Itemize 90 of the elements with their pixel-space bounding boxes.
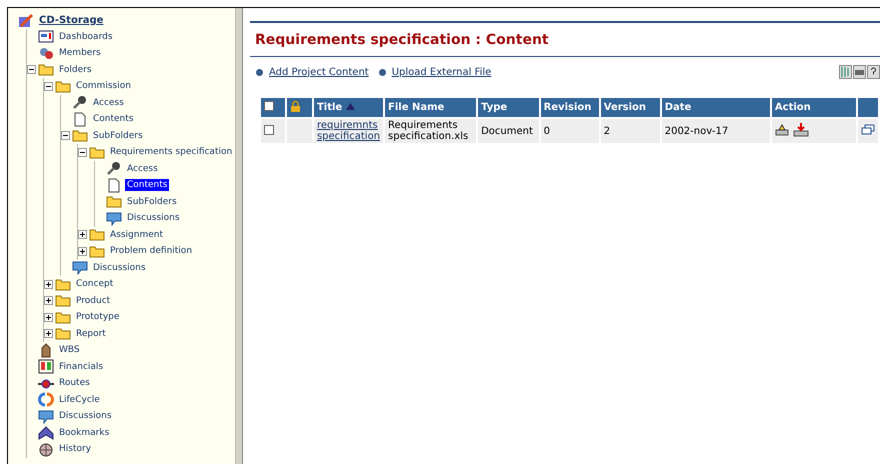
tree-item[interactable]: Product bbox=[74, 294, 112, 307]
tree-item[interactable]: Discussions bbox=[57, 410, 114, 422]
column-header[interactable]: Title bbox=[314, 98, 384, 117]
tree-item[interactable]: Contents bbox=[125, 179, 170, 192]
page-title: Requirements specification : Content bbox=[250, 21, 880, 57]
folder-icon bbox=[55, 293, 71, 308]
tree-item[interactable]: SubFolders bbox=[91, 130, 145, 142]
sort-arrow-icon bbox=[346, 103, 356, 110]
collapse-toggle[interactable] bbox=[44, 82, 53, 91]
checkout-icon[interactable] bbox=[774, 123, 789, 136]
column-header[interactable]: Date bbox=[662, 98, 770, 117]
tree-item[interactable]: Report bbox=[74, 328, 108, 340]
tree-item[interactable]: Bookmarks bbox=[57, 426, 112, 439]
print-button[interactable] bbox=[853, 65, 866, 79]
dashboard-icon bbox=[38, 29, 54, 44]
tree-item[interactable]: Discussions bbox=[125, 212, 182, 224]
folder-icon bbox=[89, 244, 105, 259]
bullet-icon bbox=[256, 68, 263, 76]
expand-toggle[interactable] bbox=[78, 230, 87, 240]
pencil-ruler-icon bbox=[18, 12, 34, 28]
table-cell: 2 bbox=[600, 119, 660, 143]
folder-icon bbox=[89, 144, 105, 160]
tree-item[interactable]: Access bbox=[125, 162, 160, 175]
column-header[interactable]: Revision bbox=[540, 98, 599, 117]
tree-item[interactable]: Commission bbox=[74, 80, 133, 92]
tree-item[interactable]: Concept bbox=[74, 278, 116, 290]
table-cell: 0 bbox=[540, 119, 599, 143]
windows-icon[interactable] bbox=[860, 124, 875, 135]
column-header[interactable]: Type bbox=[478, 98, 539, 117]
folder-icon bbox=[89, 227, 105, 242]
folder-icon bbox=[55, 326, 71, 342]
tree-item[interactable]: Folders bbox=[57, 64, 94, 76]
people-icon bbox=[38, 46, 54, 61]
action-link[interactable]: Add Project Content bbox=[269, 66, 369, 78]
tree-item[interactable]: Requirements specification bbox=[108, 146, 234, 158]
tree-item[interactable]: SubFolders bbox=[125, 196, 179, 208]
download-icon[interactable] bbox=[792, 123, 809, 137]
key-icon bbox=[106, 161, 122, 176]
folder-icon bbox=[55, 276, 71, 292]
folder-icon bbox=[55, 78, 71, 94]
folder-icon bbox=[72, 128, 88, 144]
collapse-toggle[interactable] bbox=[27, 65, 36, 74]
tree-item[interactable]: WBS bbox=[57, 344, 82, 356]
document-icon bbox=[106, 178, 122, 193]
padlock-icon bbox=[290, 100, 302, 112]
tree-item[interactable]: Contents bbox=[91, 113, 136, 126]
tree-item[interactable]: Problem definition bbox=[108, 245, 194, 258]
column-header[interactable]: Action bbox=[772, 98, 856, 117]
tree-item[interactable]: Routes bbox=[57, 377, 92, 390]
tree-item[interactable]: Access bbox=[91, 96, 126, 109]
tree-item[interactable]: Members bbox=[57, 47, 103, 60]
ledger-icon bbox=[38, 359, 54, 374]
key-icon bbox=[72, 95, 88, 110]
help-button[interactable] bbox=[867, 65, 880, 79]
tree-item[interactable]: Assignment bbox=[108, 228, 165, 241]
folder-icon bbox=[38, 62, 54, 78]
tree-item[interactable]: Dashboards bbox=[57, 30, 115, 43]
document-icon bbox=[72, 112, 88, 127]
tree-item[interactable]: History bbox=[57, 443, 94, 456]
select-all-checkbox[interactable] bbox=[264, 101, 274, 111]
columns-button[interactable] bbox=[839, 65, 852, 79]
speech-bubble-icon bbox=[38, 408, 54, 424]
tree-item[interactable]: Discussions bbox=[91, 262, 148, 274]
table-cell: Requirements specification.xls bbox=[385, 119, 476, 143]
globe-icon bbox=[38, 442, 54, 457]
project-link[interactable]: CD-Storage bbox=[37, 14, 106, 27]
row-checkbox[interactable] bbox=[264, 124, 274, 134]
expand-toggle[interactable] bbox=[44, 312, 53, 322]
table-cell: Document bbox=[478, 119, 539, 143]
bookmark-icon bbox=[38, 425, 54, 440]
column-header[interactable]: File Name bbox=[385, 98, 476, 117]
expand-toggle[interactable] bbox=[78, 246, 87, 256]
folder-icon bbox=[55, 310, 71, 325]
expand-toggle[interactable] bbox=[44, 329, 53, 338]
tree-item[interactable]: LifeCycle bbox=[57, 394, 102, 406]
action-link[interactable]: Upload External File bbox=[392, 66, 492, 78]
table-cell: 2002-nov-17 bbox=[662, 119, 770, 143]
expand-toggle[interactable] bbox=[44, 280, 53, 289]
header-cell bbox=[858, 98, 878, 117]
cycle-arrows-icon bbox=[38, 392, 54, 408]
collapse-toggle[interactable] bbox=[61, 131, 70, 140]
speech-bubble-icon bbox=[106, 210, 122, 226]
tree-item[interactable]: Prototype bbox=[74, 311, 122, 324]
folder-icon bbox=[106, 194, 122, 210]
expand-toggle[interactable] bbox=[44, 296, 53, 306]
tree-item[interactable]: Financials bbox=[57, 360, 106, 373]
bullet-icon bbox=[378, 68, 386, 76]
column-header[interactable]: Version bbox=[600, 98, 660, 117]
speech-bubble-icon bbox=[72, 260, 88, 276]
collapse-toggle[interactable] bbox=[78, 148, 87, 157]
